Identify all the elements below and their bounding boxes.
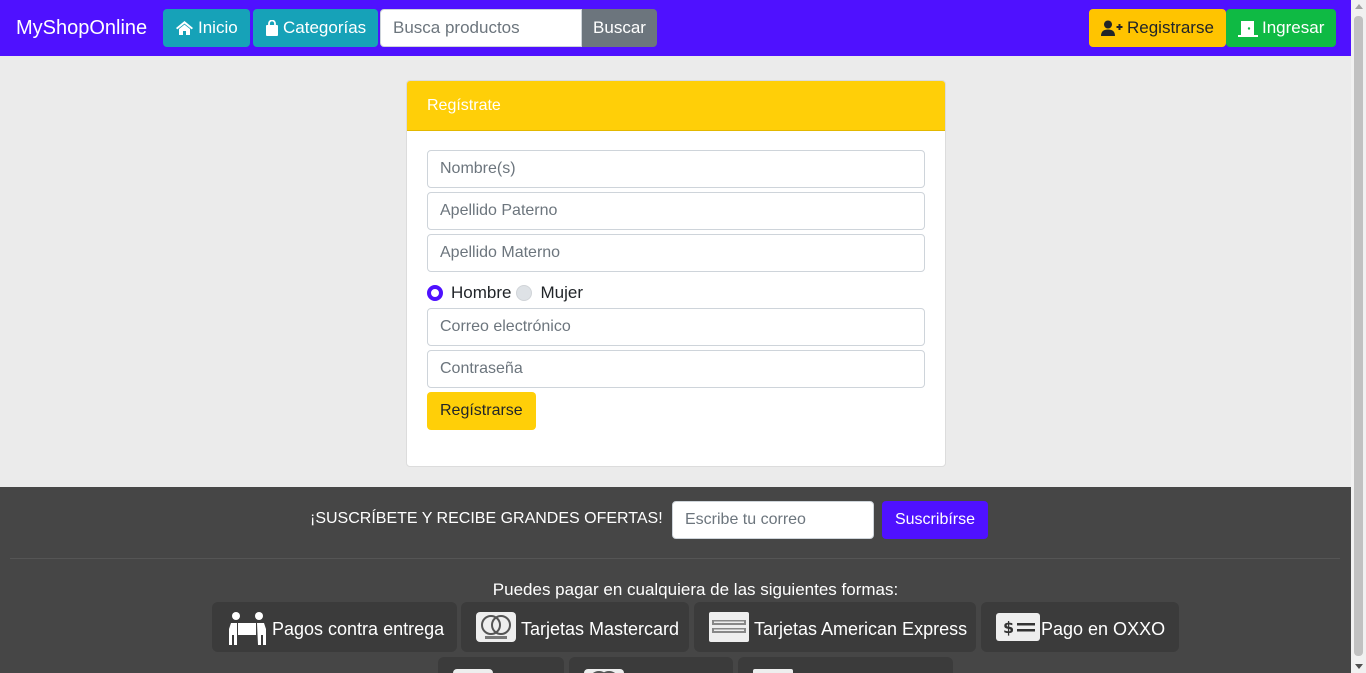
card-icon [752, 661, 794, 673]
payment-label-oxxo: Pago en OXXO [1041, 618, 1166, 639]
radio-female[interactable] [516, 285, 533, 301]
payment-label-mastercard: Tarjetas Mastercard [521, 618, 680, 639]
payment-item-amex: Tarjetas American Express [694, 602, 976, 652]
categories-button[interactable]: Categorías [253, 9, 379, 47]
user-plus-icon [1101, 20, 1123, 37]
payment-label-cash-on-delivery: Pagos contra entrega [272, 618, 445, 639]
scroll-up-arrow-icon[interactable] [1355, 4, 1363, 9]
brand-logo[interactable]: MyShopOnline [16, 15, 147, 41]
home-icon [175, 20, 194, 36]
registration-card: Regístrate Hombre Mujer Regístrarse [406, 80, 946, 467]
payment-item-mastercard: Tarjetas Mastercard [461, 602, 689, 652]
payment-item-extra [569, 657, 733, 673]
door-open-icon [1238, 20, 1258, 37]
navbar: MyShopOnline Inicio Categorías Buscar Re… [0, 0, 1351, 56]
login-button[interactable]: Ingresar [1226, 9, 1337, 47]
payment-item-extra [738, 657, 953, 673]
home-button[interactable]: Inicio [163, 9, 250, 47]
page-scrollbar[interactable] [1351, 0, 1366, 673]
maternal-surname-field[interactable] [427, 234, 925, 272]
mastercard-icon [583, 661, 625, 673]
payment-item-extra [438, 657, 564, 673]
footer: ¡SUSCRÍBETE Y RECIBE GRANDES OFERTAS! Su… [0, 487, 1351, 673]
payment-item-oxxo: $ Pago en OXXO [981, 602, 1179, 652]
subscribe-button[interactable]: Suscribírse [882, 501, 988, 539]
cash-bill-icon: $ [995, 611, 1040, 643]
scroll-thumb[interactable] [1354, 16, 1363, 656]
search-input[interactable] [380, 9, 582, 47]
register-nav-button[interactable]: Registrarse [1089, 9, 1226, 47]
categories-label: Categorías [283, 18, 367, 37]
paternal-surname-field[interactable] [427, 192, 925, 230]
payment-title: Puedes pagar en cualquiera de las siguie… [492, 580, 899, 599]
delivery-people-icon [226, 611, 268, 645]
radio-male-label[interactable]: Hombre [451, 283, 511, 303]
footer-divider [10, 558, 1340, 559]
gender-radio-group: Hombre Mujer [427, 282, 588, 304]
radio-male[interactable] [427, 285, 443, 301]
radio-female-label[interactable]: Mujer [540, 283, 583, 303]
amex-icon [708, 611, 750, 643]
payment-item-cash-on-delivery: Pagos contra entrega [212, 602, 457, 652]
login-label: Ingresar [1262, 18, 1325, 37]
password-field[interactable] [427, 350, 925, 388]
register-submit-button[interactable]: Regístrarse [427, 392, 536, 430]
scroll-down-arrow-icon[interactable] [1355, 664, 1363, 669]
subscribe-email-input[interactable] [672, 501, 874, 539]
payment-label-amex: Tarjetas American Express [754, 618, 968, 639]
email-field[interactable] [427, 308, 925, 346]
register-nav-label: Registrarse [1127, 18, 1214, 37]
first-name-field[interactable] [427, 150, 925, 188]
home-label: Inicio [198, 18, 238, 37]
card-title: Regístrate [407, 81, 945, 131]
svg-text:$: $ [1003, 618, 1014, 637]
card-icon [452, 661, 494, 673]
search-button[interactable]: Buscar [582, 9, 657, 47]
subscribe-text: ¡SUSCRÍBETE Y RECIBE GRANDES OFERTAS! [310, 510, 663, 527]
shopping-bag-icon [265, 19, 279, 37]
mastercard-icon [475, 611, 517, 643]
